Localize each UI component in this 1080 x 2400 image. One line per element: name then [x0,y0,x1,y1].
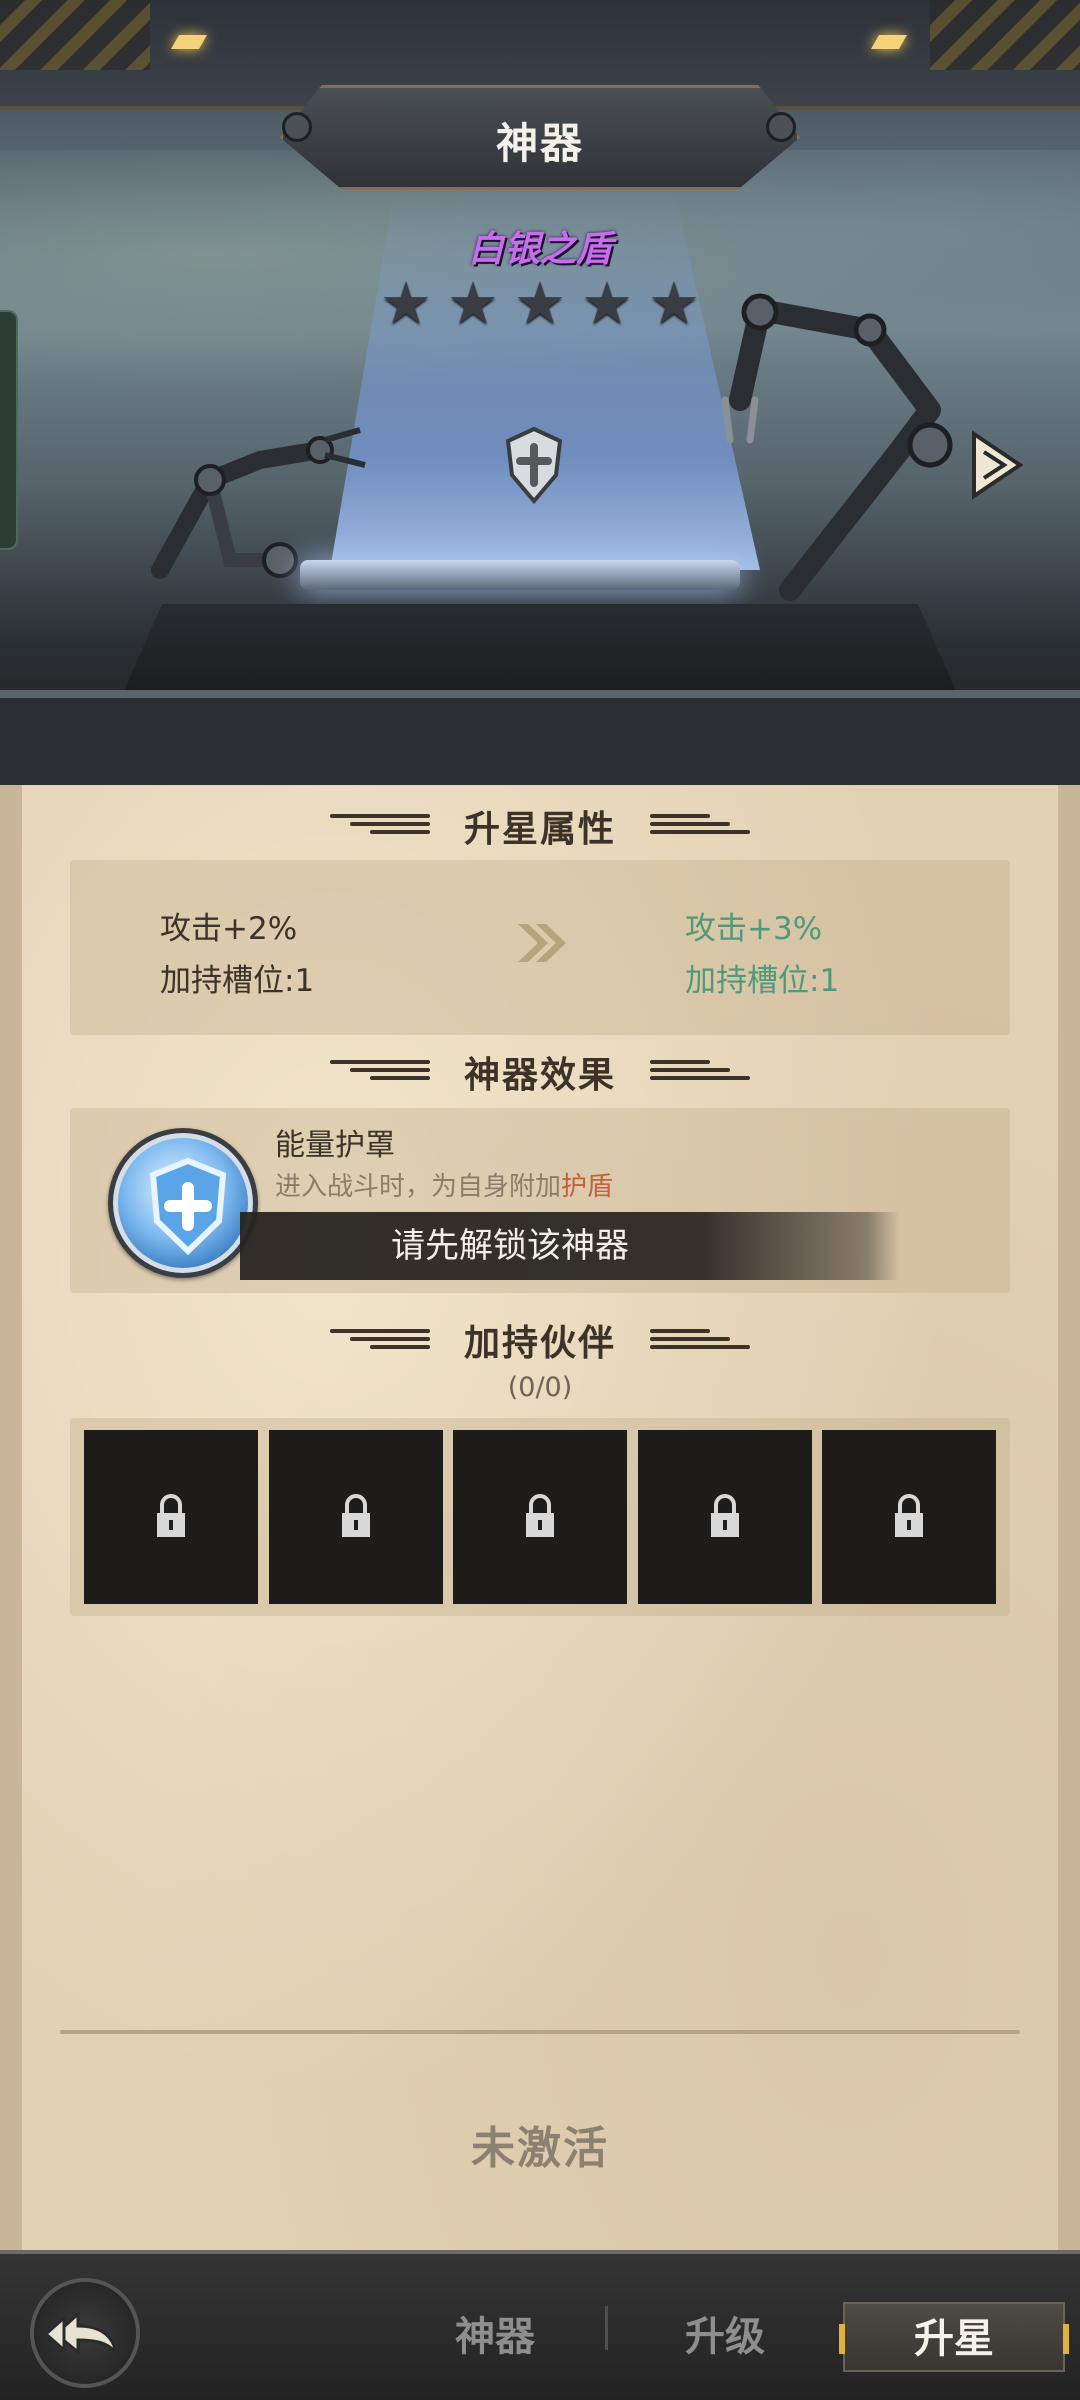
hazard-stripe [930,0,1080,70]
unlock-required-banner: 请先解锁该神器 [240,1212,900,1280]
upgrade-attributes-title: 升星属性 [463,809,616,850]
scene-floor [0,690,1080,785]
next-attack: 攻击+3% [685,911,823,947]
status-inactive-button[interactable]: 未激活 [0,2112,1080,2176]
title-decoration [650,1056,750,1080]
lock-icon [710,1494,739,1537]
effect-description: 进入战斗时，为自身附加护盾 [275,1166,613,1203]
lock-icon [341,1494,370,1537]
partner-slots [84,1430,996,1604]
effect-name: 能量护罩 [275,1128,395,1163]
display-platform [300,560,740,590]
star-icon: ★ [447,269,499,337]
current-slots: 加持槽位:1 [160,963,315,999]
artifact-effect-title: 神器效果 [463,1055,616,1096]
artifact-name: 白银之盾 [467,229,612,270]
effect-description-text: 进入战斗时，为自身附加 [275,1172,562,1202]
tab-upgrade[interactable]: 升级 [640,2302,810,2372]
effect-keyword-shield: 护盾 [561,1172,614,1202]
tab-star-up[interactable]: 升星 [839,2302,1069,2372]
double-chevron-right-icon [518,924,566,962]
panel-divider [60,2030,1020,2034]
lock-icon [157,1494,185,1537]
star-icon: ★ [648,269,700,337]
hazard-stripe [0,0,150,70]
page-title: 神器 [495,119,584,168]
lock-icon [895,1494,923,1537]
partner-slot-locked[interactable] [637,1430,812,1604]
silver-shield-icon [505,426,563,505]
partner-slot-locked[interactable] [268,1430,443,1604]
partner-slot-locked[interactable] [453,1430,627,1604]
title-decoration [650,1325,750,1349]
current-attack: 攻击+2% [160,911,298,947]
star-rating: ★ ★ ★ ★ ★ [378,269,702,337]
next-artifact-arrow-icon[interactable] [970,430,1024,500]
star-icon: ★ [380,269,432,337]
partner-slot-locked[interactable] [84,1430,258,1604]
tab-artifact[interactable]: 神器 [410,2302,580,2372]
side-drawer-tab[interactable] [0,310,18,550]
title-decoration [650,810,750,834]
back-arrow-icon [43,2310,119,2357]
next-slots: 加持槽位:1 [685,963,840,999]
partner-slot-locked[interactable] [822,1430,996,1604]
left-robot-arm [151,427,366,579]
star-icon: ★ [514,269,566,337]
back-button[interactable] [30,2278,140,2388]
star-icon: ★ [581,269,633,337]
partners-title: 加持伙伴 [463,1323,616,1364]
energy-shield-icon[interactable] [108,1128,258,1278]
lock-icon [526,1494,554,1537]
partners-count: (0/0) [507,1372,573,1403]
tab-separator [605,2306,608,2350]
